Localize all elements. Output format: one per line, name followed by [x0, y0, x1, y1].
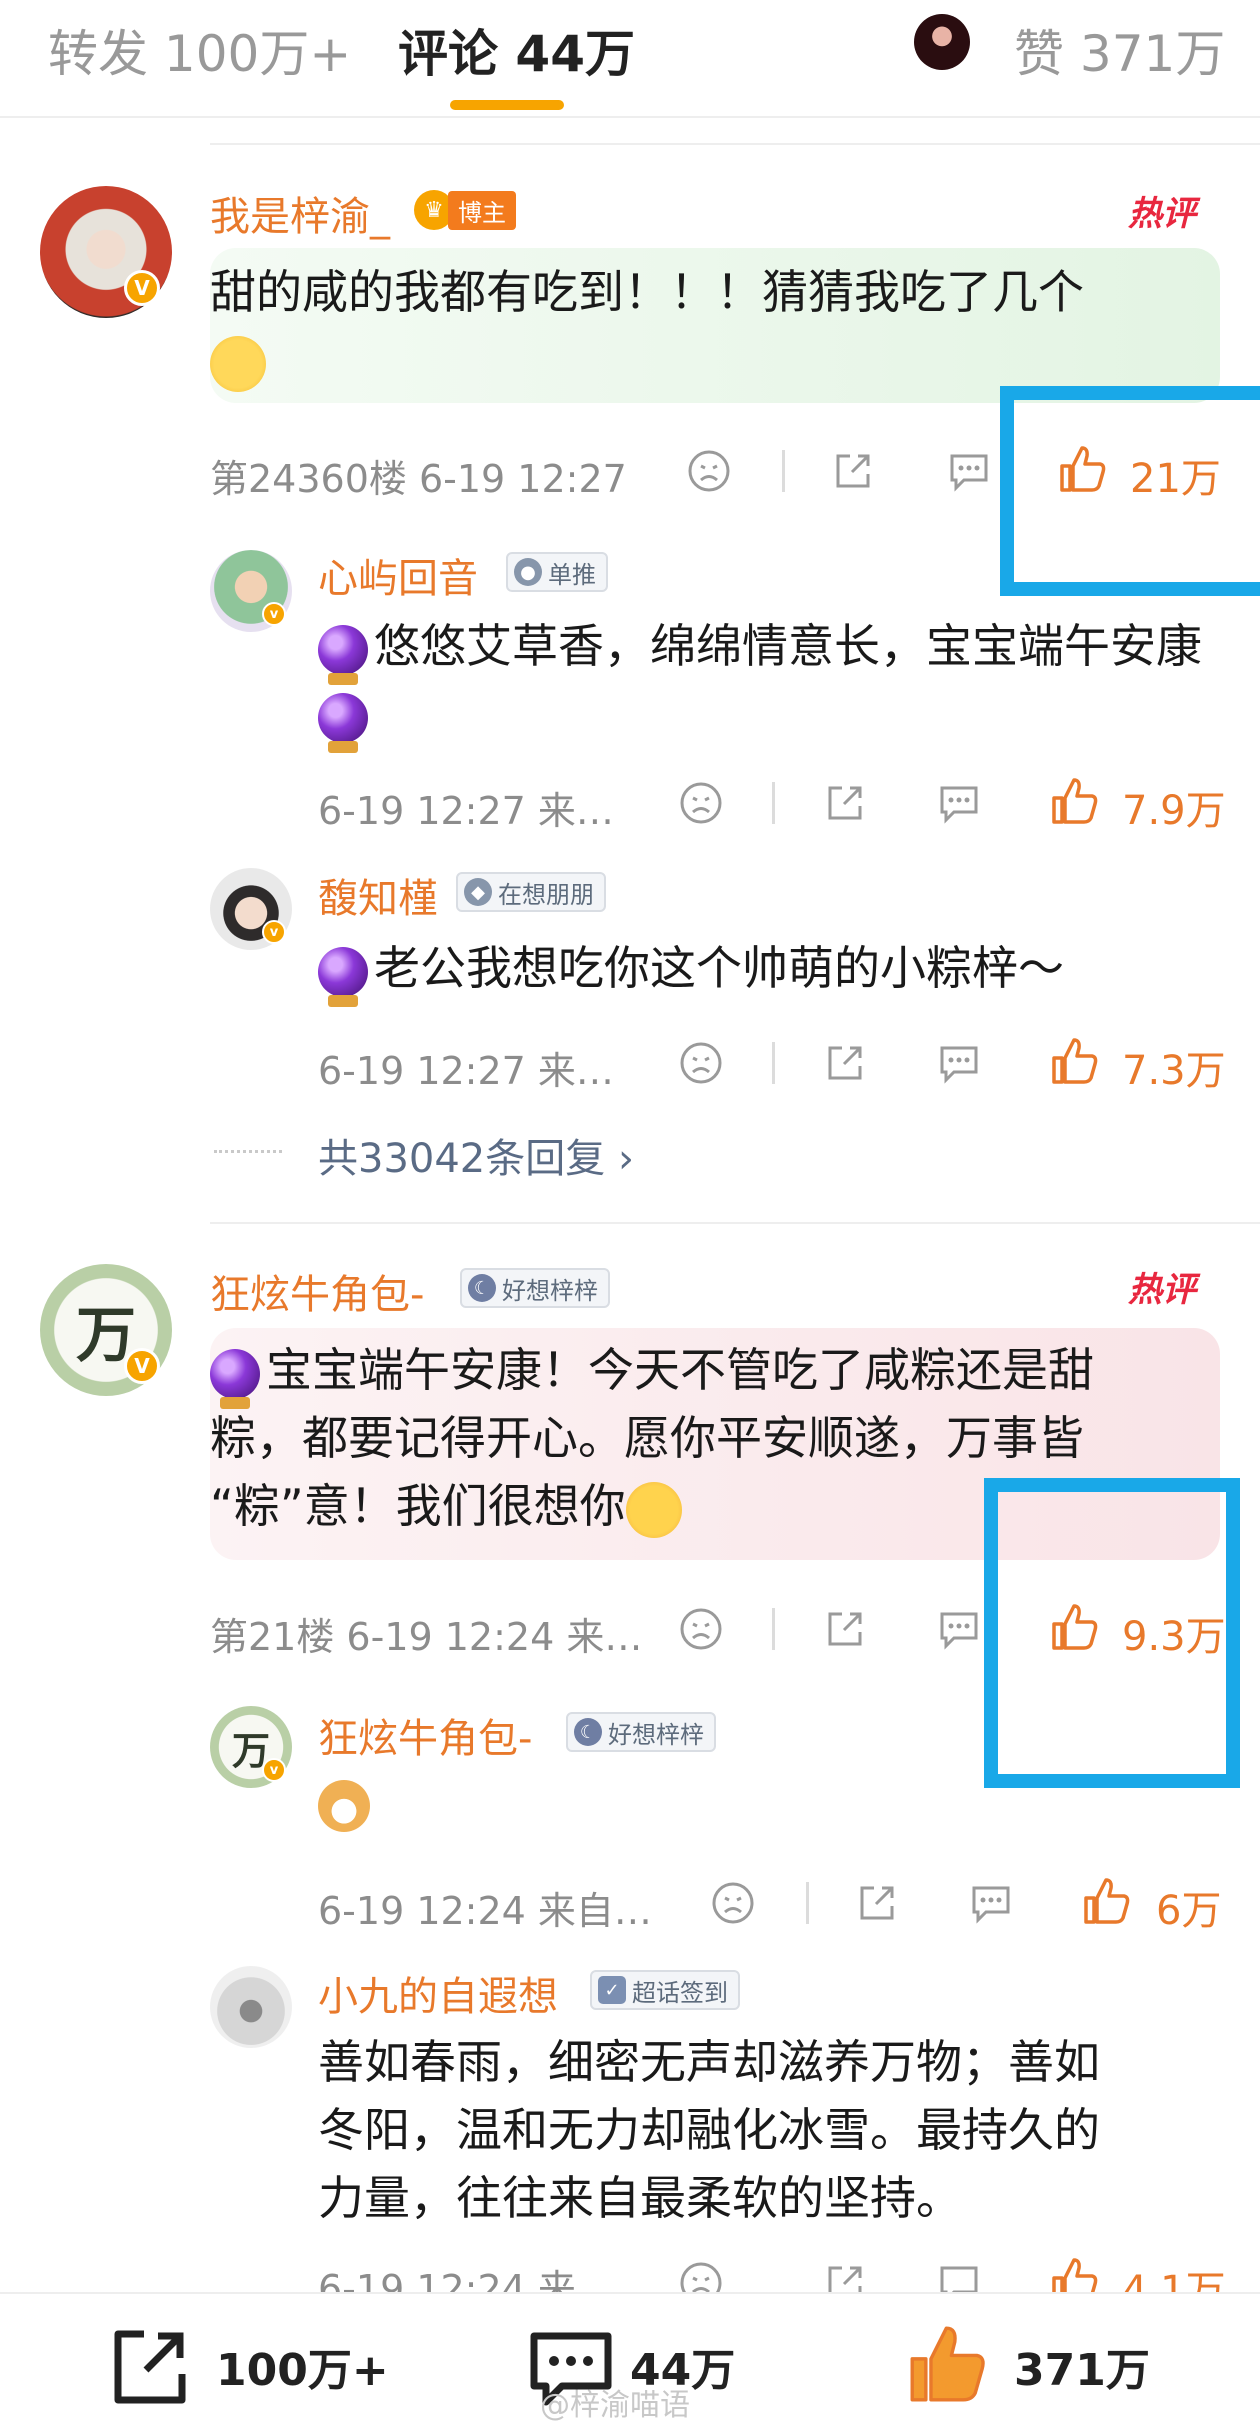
username[interactable]: 馥知槿: [318, 866, 438, 924]
crystal-ball-emoji-icon: [318, 692, 368, 753]
comment-icon[interactable]: [936, 1606, 982, 1652]
divider: [772, 782, 775, 824]
reply-time: 6-19 12:24 来自…: [318, 1889, 652, 1933]
tab-repost[interactable]: 转发 100万+: [48, 14, 351, 86]
bottom-action-bar: 100万+ 44万 @梓渝喵语 371万: [0, 2292, 1260, 2424]
thumbs-up-icon[interactable]: [1048, 774, 1102, 828]
share-icon[interactable]: [822, 1606, 868, 1652]
hot-comment-badge: 热评: [1128, 1270, 1196, 1310]
comment-icon[interactable]: [968, 1880, 1014, 1926]
user-icon: ●: [514, 558, 542, 586]
thumbs-up-icon[interactable]: [902, 2318, 994, 2410]
divider: [210, 1222, 1260, 1224]
fan-tag: ● 单推: [506, 552, 608, 592]
crystal-ball-emoji-icon: [318, 624, 368, 685]
reply-text: 老公我想吃你这个帅萌的小粽梓～: [318, 934, 1218, 1007]
divider: [806, 1882, 809, 1924]
fish-icon: ◆: [464, 878, 492, 906]
username[interactable]: 小九的自遐想: [318, 1964, 558, 2022]
share-icon[interactable]: [830, 448, 876, 494]
reply-text: [318, 1780, 370, 1832]
divider: [772, 1042, 775, 1084]
reply-time: 6-19 12:27 来…: [318, 789, 614, 833]
tab-bar: 转发 100万+ 评论 44万 赞 371万: [0, 0, 1260, 118]
username[interactable]: 我是梓渝_: [210, 184, 390, 242]
verified-badge-icon: v: [262, 920, 286, 944]
comment-icon[interactable]: [936, 780, 982, 826]
avatar[interactable]: [210, 1966, 292, 2048]
chevron-right-icon: ›: [605, 1136, 634, 1182]
like-count[interactable]: 7.9万: [1122, 778, 1226, 836]
like-count[interactable]: 7.3万: [1122, 1038, 1226, 1096]
share-icon[interactable]: [822, 780, 868, 826]
highlight-box: [984, 1478, 1240, 1788]
reply-time: 6-19 12:27 来…: [318, 1049, 614, 1093]
tab-likes[interactable]: 赞 371万: [1014, 14, 1225, 86]
watermark: @梓渝喵语: [540, 2388, 690, 2423]
comment-icon[interactable]: [946, 448, 992, 494]
tab-active-indicator: [450, 100, 564, 110]
fan-tag: ☾ 好想梓梓: [460, 1268, 610, 1308]
username[interactable]: 狂炫牛角包-: [318, 1706, 532, 1764]
smiling-face-with-hearts-emoji-icon: [625, 1481, 682, 1538]
dislike-icon[interactable]: [678, 780, 724, 826]
share-icon[interactable]: [854, 1880, 900, 1926]
thumbs-up-icon[interactable]: [1080, 1874, 1134, 1928]
floor-time: 第21楼 6-19 12:24 来…: [210, 1615, 643, 1659]
dislike-icon[interactable]: [678, 1040, 724, 1086]
blogger-label: 博主: [448, 190, 516, 230]
reply-text: 悠悠艾草香，绵绵情意长，宝宝端午安康: [318, 612, 1218, 753]
share-icon[interactable]: [822, 1040, 868, 1086]
like-count[interactable]: 6万: [1156, 1878, 1221, 1936]
thumbs-up-icon[interactable]: [1048, 1034, 1102, 1088]
reply-text: 善如春雨，细密无声却滋养万物；善如 冬阳，温和无力却融化冰雪。最持久的 力量，往…: [318, 2035, 1100, 2225]
dislike-icon[interactable]: [710, 1880, 756, 1926]
moon-icon: ☾: [574, 1718, 602, 1746]
divider: [782, 450, 785, 492]
blogger-badge: ♛ 博主: [414, 190, 516, 230]
username[interactable]: 狂炫牛角包-: [210, 1262, 424, 1320]
comment-text: 甜的咸的我都有吃到！！！猜猜我吃了几个: [210, 258, 1210, 394]
crystal-ball-emoji-icon: [210, 1348, 260, 1409]
dog-face-emoji-icon: [318, 1780, 370, 1832]
share-icon[interactable]: [106, 2324, 192, 2410]
repost-count[interactable]: 100万+: [216, 2334, 389, 2398]
comment-icon[interactable]: [936, 1040, 982, 1086]
thinking-emoji-icon: [210, 335, 266, 392]
divider: [210, 143, 1260, 145]
highlight-box: [1000, 386, 1260, 596]
verified-badge-icon: V: [124, 270, 160, 306]
tab-comments[interactable]: 评论 44万: [398, 14, 635, 86]
dislike-icon[interactable]: [678, 1606, 724, 1652]
verified-badge-icon: V: [124, 1348, 160, 1384]
view-more-replies-link[interactable]: 共33042条回复 ›: [318, 1126, 634, 1184]
crystal-ball-emoji-icon: [318, 946, 368, 1007]
dislike-icon[interactable]: [686, 448, 732, 494]
hot-comment-badge: 热评: [1128, 194, 1196, 234]
verified-badge-icon: v: [262, 602, 286, 626]
verified-badge-icon: v: [262, 1758, 286, 1782]
floor-time: 第24360楼 6-19 12:27: [210, 457, 627, 501]
fan-tag: ◆ 在想朋朋: [456, 872, 606, 912]
dotted-connector: [214, 1150, 282, 1154]
divider: [772, 1608, 775, 1650]
fan-tag: ✓ 超话签到: [590, 1970, 740, 2010]
like-count[interactable]: 371万: [1014, 2334, 1150, 2398]
moon-icon: ☾: [468, 1274, 496, 1302]
liker-avatar[interactable]: [914, 14, 970, 70]
username[interactable]: 心屿回音: [318, 546, 478, 604]
fan-tag: ☾ 好想梓梓: [566, 1712, 716, 1752]
checkin-icon: ✓: [598, 1976, 626, 2004]
